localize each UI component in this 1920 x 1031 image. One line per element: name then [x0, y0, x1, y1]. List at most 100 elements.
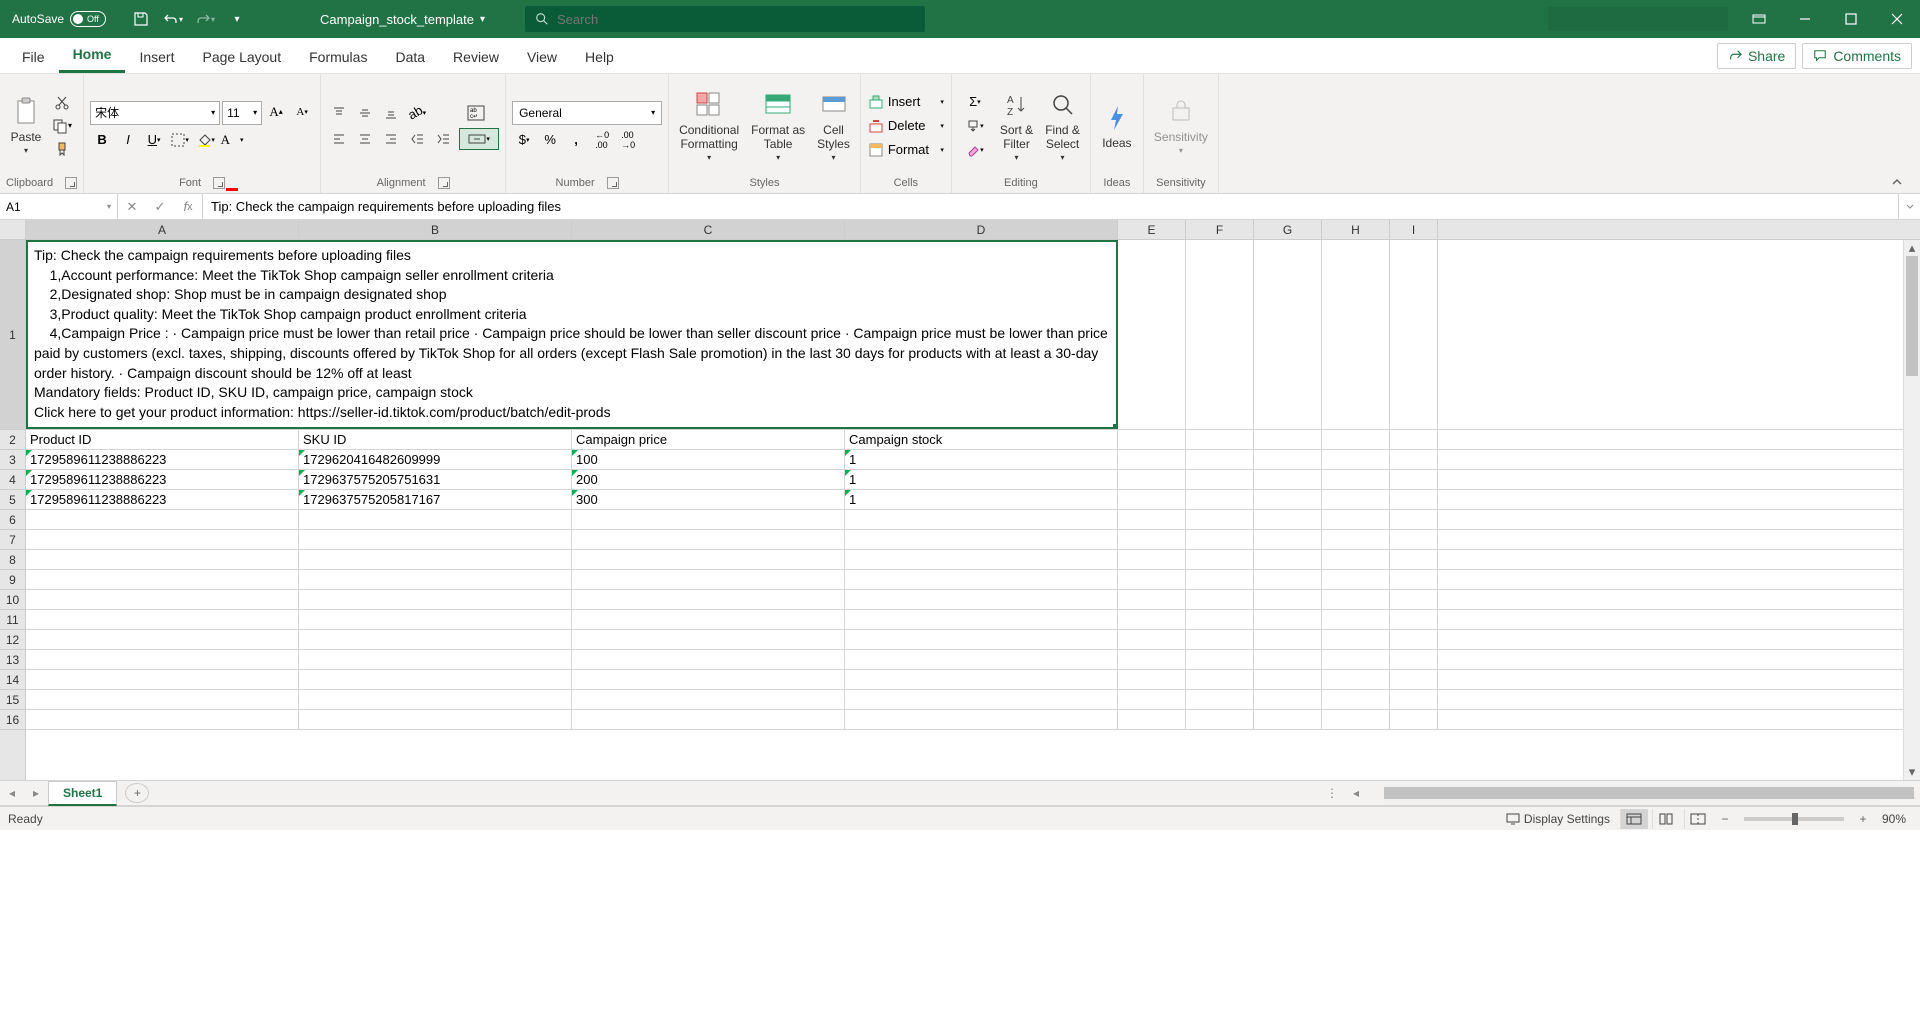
zoom-level[interactable]: 90%: [1876, 812, 1912, 826]
scroll-up-arrow[interactable]: ▴: [1904, 240, 1920, 256]
column-header-F[interactable]: F: [1186, 220, 1254, 239]
cell[interactable]: [845, 690, 1118, 709]
cell[interactable]: [1254, 240, 1322, 429]
cell[interactable]: [572, 550, 845, 569]
cell[interactable]: [1186, 450, 1254, 469]
cell-styles-button[interactable]: Cell Styles▾: [813, 87, 854, 164]
cell[interactable]: [1322, 530, 1390, 549]
zoom-slider[interactable]: [1744, 817, 1844, 821]
cell[interactable]: [299, 710, 572, 729]
cell[interactable]: [1322, 710, 1390, 729]
cell[interactable]: [299, 510, 572, 529]
cell[interactable]: [26, 570, 299, 589]
cell[interactable]: [1390, 590, 1438, 609]
cell[interactable]: [1118, 590, 1186, 609]
search-input[interactable]: [557, 12, 915, 27]
select-all-corner[interactable]: [0, 220, 26, 239]
font-color-button[interactable]: A▾: [220, 129, 244, 151]
format-as-table-button[interactable]: Format as Table▾: [747, 87, 809, 164]
font-dialog-launcher[interactable]: [213, 177, 225, 189]
cell[interactable]: [1390, 240, 1438, 429]
tab-home[interactable]: Home: [59, 38, 126, 73]
cell[interactable]: [299, 570, 572, 589]
formula-input[interactable]: Tip: Check the campaign requirements bef…: [203, 194, 1898, 219]
row-header-6[interactable]: 6: [0, 510, 25, 530]
cell[interactable]: [299, 590, 572, 609]
cell[interactable]: [1254, 450, 1322, 469]
row-header-11[interactable]: 11: [0, 610, 25, 630]
cell[interactable]: [26, 610, 299, 629]
row-header-5[interactable]: 5: [0, 490, 25, 510]
alignment-dialog-launcher[interactable]: [438, 177, 450, 189]
qat-customize-icon[interactable]: ▾: [222, 5, 252, 33]
cell[interactable]: [1254, 510, 1322, 529]
cell[interactable]: SKU ID: [299, 430, 572, 449]
maximize-button[interactable]: [1828, 0, 1874, 38]
cell[interactable]: [1390, 570, 1438, 589]
cell[interactable]: [1186, 240, 1254, 429]
cell[interactable]: [1186, 690, 1254, 709]
cell[interactable]: [1186, 510, 1254, 529]
cell[interactable]: 1: [845, 450, 1118, 469]
clipboard-dialog-launcher[interactable]: [65, 177, 77, 189]
cell[interactable]: Campaign stock: [845, 430, 1118, 449]
column-header-G[interactable]: G: [1254, 220, 1322, 239]
cell[interactable]: [26, 650, 299, 669]
row-header-8[interactable]: 8: [0, 550, 25, 570]
collapse-ribbon-button[interactable]: [1886, 171, 1908, 193]
decrease-indent-button[interactable]: [405, 128, 429, 150]
zoom-out-button[interactable]: −: [1716, 812, 1734, 826]
cell[interactable]: [845, 550, 1118, 569]
cell[interactable]: 300: [572, 490, 845, 509]
cell[interactable]: [299, 670, 572, 689]
cell[interactable]: 1: [845, 470, 1118, 489]
cell[interactable]: [1118, 570, 1186, 589]
orientation-button[interactable]: ab▾: [405, 102, 429, 124]
cell[interactable]: [26, 670, 299, 689]
insert-function-button[interactable]: fx: [174, 199, 202, 214]
clear-button[interactable]: ▾: [958, 139, 992, 161]
row-header-1[interactable]: 1: [0, 240, 25, 430]
cell[interactable]: [845, 650, 1118, 669]
scroll-thumb[interactable]: [1906, 256, 1918, 376]
enter-formula-button[interactable]: ✓: [146, 199, 174, 215]
cell[interactable]: [1118, 690, 1186, 709]
cell[interactable]: 1: [845, 490, 1118, 509]
row-header-14[interactable]: 14: [0, 670, 25, 690]
cell[interactable]: [1118, 550, 1186, 569]
toggle-switch[interactable]: Off: [70, 11, 106, 27]
tab-insert[interactable]: Insert: [125, 41, 188, 73]
cell[interactable]: [1118, 490, 1186, 509]
cell[interactable]: [1118, 670, 1186, 689]
cell[interactable]: [1254, 650, 1322, 669]
sort-filter-button[interactable]: AZ Sort & Filter▾: [996, 87, 1037, 164]
cell[interactable]: Campaign price: [572, 430, 845, 449]
page-break-view-button[interactable]: [1684, 809, 1712, 829]
cell[interactable]: [299, 530, 572, 549]
cell[interactable]: [1186, 670, 1254, 689]
document-title[interactable]: Campaign_stock_template ▾: [260, 12, 525, 27]
page-layout-view-button[interactable]: [1652, 809, 1680, 829]
cell[interactable]: [1186, 530, 1254, 549]
paste-button[interactable]: Paste ▾: [6, 94, 46, 157]
cell[interactable]: Product ID: [26, 430, 299, 449]
tab-view[interactable]: View: [513, 41, 571, 73]
underline-button[interactable]: U▾: [142, 129, 166, 151]
cell[interactable]: [1322, 650, 1390, 669]
cell[interactable]: [845, 570, 1118, 589]
cell[interactable]: [299, 550, 572, 569]
accounting-format-button[interactable]: $▾: [512, 129, 536, 151]
cell[interactable]: [1390, 710, 1438, 729]
row-header-12[interactable]: 12: [0, 630, 25, 650]
cell[interactable]: [299, 690, 572, 709]
display-settings-button[interactable]: Display Settings: [1500, 810, 1616, 828]
cell[interactable]: [845, 630, 1118, 649]
save-icon[interactable]: [126, 5, 156, 33]
undo-icon[interactable]: ▾: [158, 5, 188, 33]
cell[interactable]: [572, 670, 845, 689]
cut-button[interactable]: [50, 92, 74, 114]
cell[interactable]: [299, 630, 572, 649]
cell[interactable]: [1254, 590, 1322, 609]
align-right-button[interactable]: [379, 128, 403, 150]
cell[interactable]: [1390, 610, 1438, 629]
